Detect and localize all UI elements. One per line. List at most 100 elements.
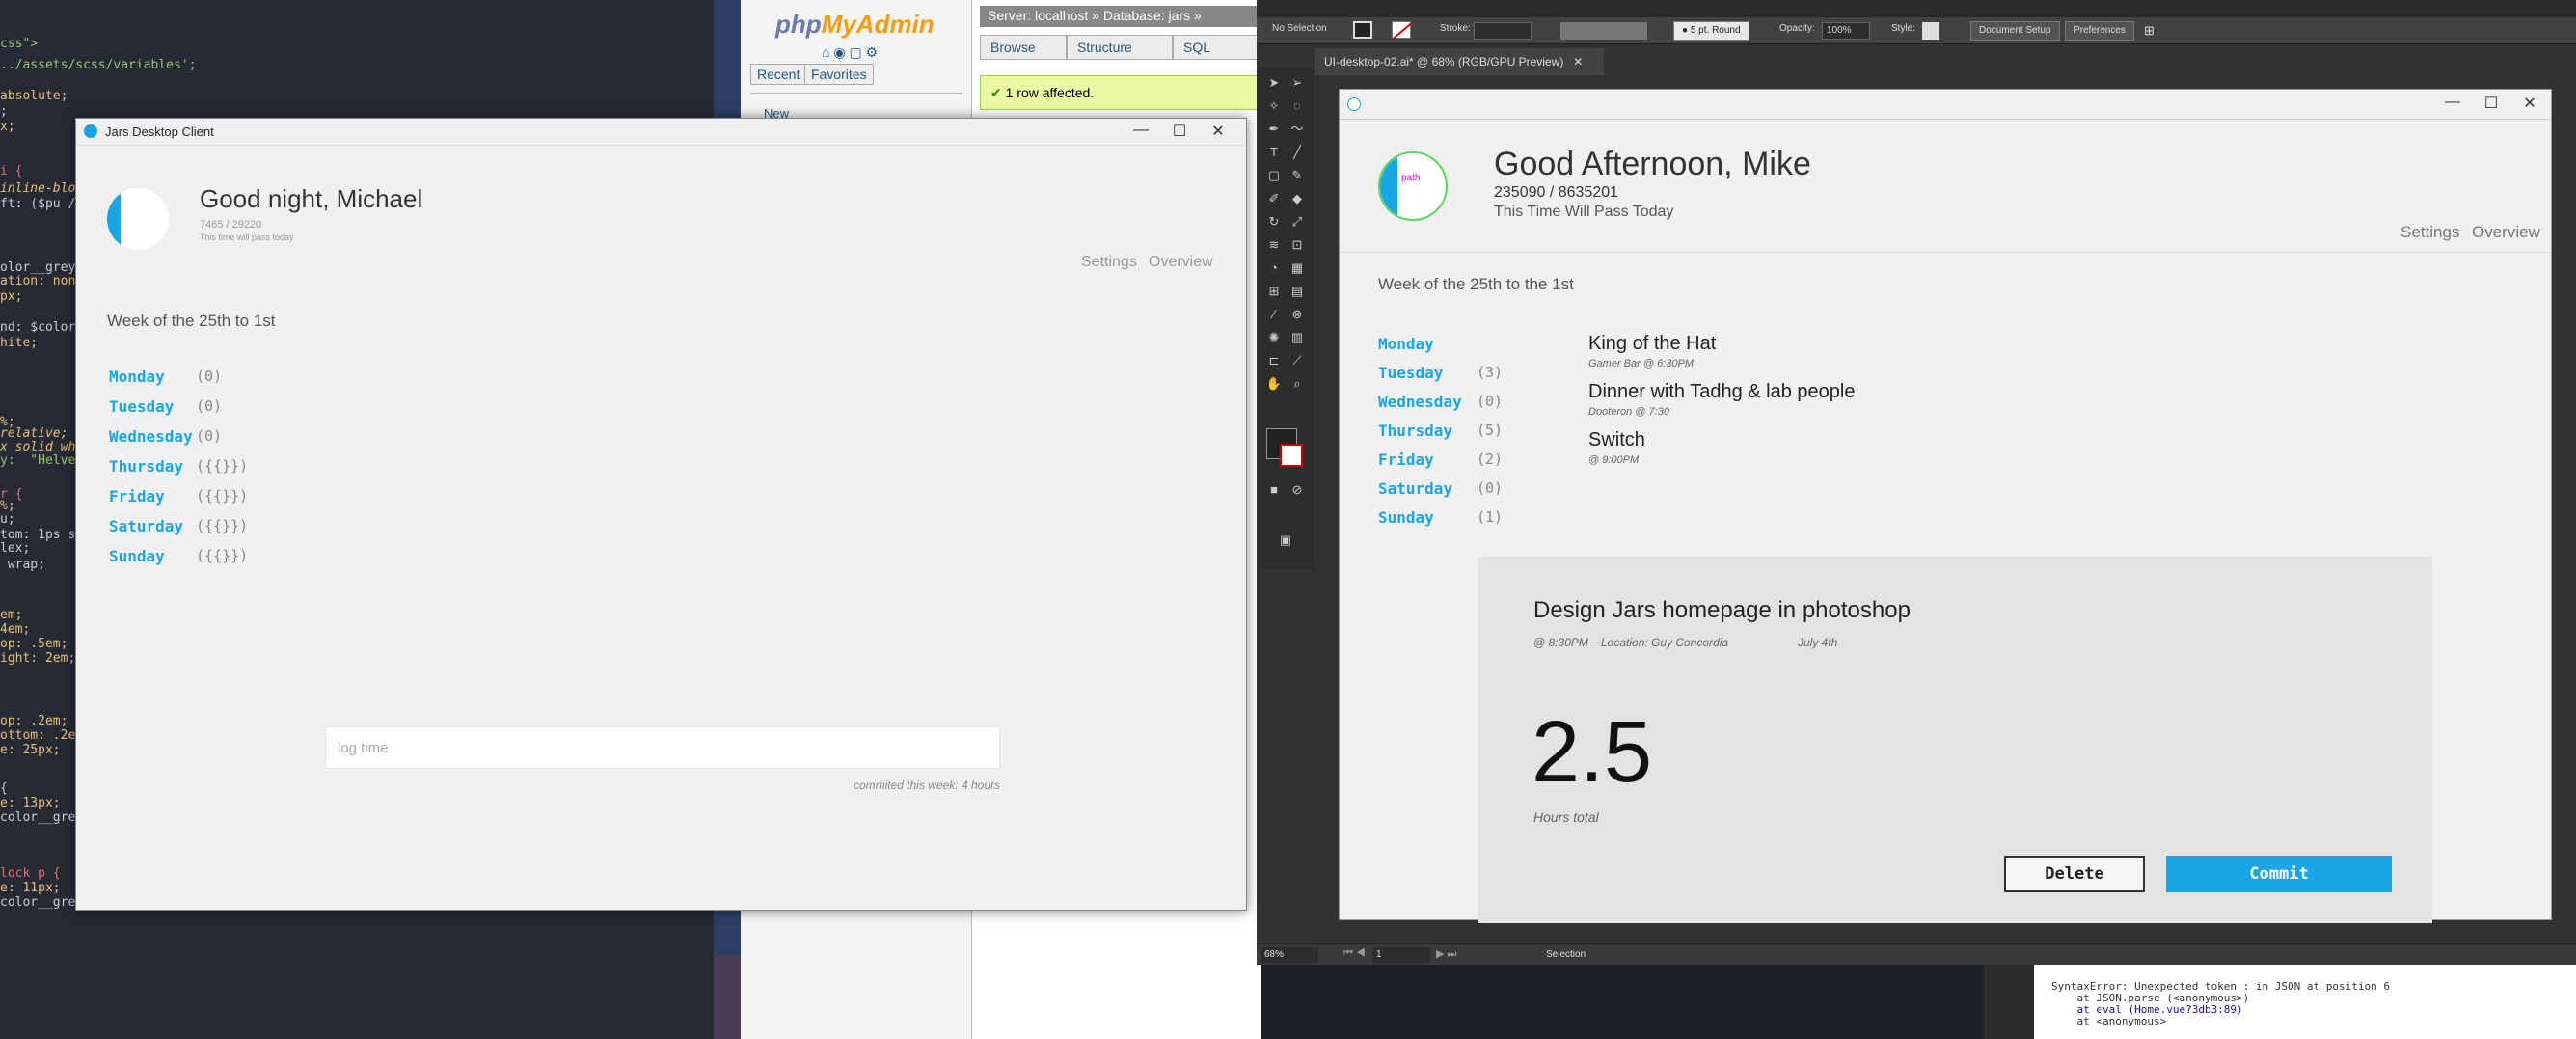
mockup-window: — ☐ ✕ path Good Afternoon, Mike 235090 /… (1339, 89, 2552, 923)
selection-tool-icon[interactable]: ➤ (1264, 73, 1284, 93)
pen-tool-icon[interactable]: ✒ (1264, 120, 1284, 139)
fill-swatch[interactable] (1353, 21, 1372, 39)
day-name-thursday[interactable]: Thursday (109, 457, 183, 476)
phpmyadmin-logo[interactable]: phpMyAdmin (775, 10, 935, 40)
code-line: e: 13px; (0, 796, 61, 810)
settings-link[interactable]: Settings (1081, 254, 1137, 271)
minimize-icon[interactable]: — (1122, 122, 1160, 139)
document-setup-button[interactable]: Document Setup (1970, 21, 2060, 41)
mockup-app-icon (1347, 97, 1361, 111)
maximize-icon[interactable]: ☐ (1160, 122, 1199, 141)
pma-quick-icons[interactable]: ⌂ ◉ ▢ ⚙ (822, 44, 878, 61)
illustrator-control-bar: No Selection Stroke: ● 5 pt. Round Opaci… (1257, 17, 2576, 44)
magic-wand-icon[interactable]: ✧ (1264, 96, 1284, 116)
stats: 7465 / 29220 (200, 219, 262, 231)
day-name-saturday[interactable]: Saturday (109, 517, 183, 535)
mockup-logo: path (1378, 151, 1448, 221)
eraser-icon[interactable]: ◆ (1288, 189, 1307, 208)
code-line: wrap; (0, 558, 45, 572)
pma-tab-structure[interactable]: Structure (1067, 35, 1173, 60)
curvature-tool-icon[interactable]: 〜 (1288, 120, 1307, 139)
eyedropper-icon[interactable]: ⁄ (1264, 305, 1284, 324)
jars-titlebar[interactable]: Jars Desktop Client — ☐ ✕ (76, 119, 1246, 146)
day-name-friday[interactable]: Friday (109, 487, 165, 506)
day-count: ({{}}) (196, 517, 249, 534)
shaper-tool-icon[interactable]: ✐ (1264, 189, 1284, 208)
code-line: y: "Helvet (0, 453, 84, 468)
jars-window: Jars Desktop Client — ☐ ✕ Good night, Mi… (75, 118, 1247, 911)
style-swatch[interactable] (1922, 22, 1939, 40)
path-label: path (1401, 173, 1421, 183)
document-tab[interactable]: UI-desktop-02.ai* @ 68% (RGB/GPU Preview… (1315, 48, 1604, 75)
variable-width-profile[interactable] (1560, 22, 1647, 40)
pma-success-message: ✔ 1 row affected. (980, 75, 1260, 110)
task-title: Design Jars homepage in photoshop (1533, 597, 1911, 623)
scale-tool-icon[interactable]: ⤢ (1288, 212, 1307, 232)
code-line: hite; (0, 336, 39, 350)
brush-definition[interactable]: ● 5 pt. Round (1673, 21, 1749, 41)
code-line: i { (0, 164, 23, 178)
mockup-day-friday: Friday (1378, 451, 1434, 469)
rotate-tool-icon[interactable]: ↻ (1264, 212, 1284, 232)
pma-tab-sql[interactable]: SQL (1173, 35, 1260, 60)
day-name-sunday[interactable]: Sunday (109, 547, 165, 565)
lasso-icon[interactable]: ◌ (1288, 96, 1307, 116)
color-mode-icon[interactable]: ■ (1264, 480, 1284, 500)
artboard-number-field[interactable]: 1 (1372, 947, 1430, 963)
stroke-color-icon[interactable] (1280, 444, 1303, 467)
mockup-divider (1340, 119, 2551, 120)
pma-recent-tab[interactable]: Recent (750, 64, 807, 85)
line-tool-icon[interactable]: ╱ (1288, 143, 1307, 162)
preferences-button[interactable]: Preferences (2065, 21, 2134, 41)
pma-breadcrumb[interactable]: Server: localhost » Database: jars » (980, 6, 1260, 27)
artboard-nav-icons[interactable]: ⏮ ◀ (1343, 947, 1366, 960)
direct-selection-tool-icon[interactable]: ➢ (1288, 73, 1307, 93)
none-color-icon[interactable]: ⊘ (1288, 480, 1307, 500)
pma-divider (750, 93, 963, 94)
graph-tool-icon[interactable]: ▥ (1288, 328, 1307, 347)
artboard-tool-icon[interactable]: ⊏ (1264, 351, 1284, 370)
pma-tab-browse[interactable]: Browse (980, 35, 1067, 60)
mesh-tool-icon[interactable]: ⊞ (1264, 282, 1284, 301)
hand-tool-icon[interactable]: ✋ (1264, 374, 1284, 394)
zoom-tool-icon[interactable]: ⌕ (1288, 374, 1307, 394)
mockup-day-count: (1) (1477, 508, 1504, 526)
artboard-next-icons[interactable]: ▶ ⏭ (1436, 947, 1456, 961)
gradient-tool-icon[interactable]: ▤ (1288, 282, 1307, 301)
perspective-grid-icon[interactable]: ▦ (1288, 259, 1307, 278)
shape-builder-icon[interactable]: ◔ (1264, 259, 1284, 278)
task-card: Design Jars homepage in photoshop @ 8:30… (1478, 557, 2432, 923)
greeting: Good night, Michael (200, 184, 423, 213)
screen-mode-icon[interactable]: ▣ (1276, 531, 1295, 550)
overview-link[interactable]: Overview (1149, 254, 1213, 271)
week-label: Week of the 25th to 1st (107, 312, 276, 330)
pma-favorites-tab[interactable]: Favorites (804, 64, 874, 85)
day-name-wednesday[interactable]: Wednesday (109, 427, 193, 446)
arrange-icon[interactable]: ⊞ (2144, 23, 2155, 39)
stroke-swatch[interactable] (1392, 21, 1413, 41)
free-transform-icon[interactable]: ⊡ (1288, 235, 1307, 255)
blend-tool-icon[interactable]: ⊗ (1288, 305, 1307, 324)
code-line: css"> (0, 37, 39, 51)
stroke-weight-field[interactable] (1474, 22, 1532, 40)
symbol-sprayer-icon[interactable]: ✺ (1264, 328, 1284, 347)
slice-tool-icon[interactable]: ⟋ (1288, 351, 1307, 370)
paintbrush-icon[interactable]: ✎ (1288, 166, 1307, 185)
day-name-tuesday[interactable]: Tuesday (109, 397, 174, 416)
code-line: ottom: .2em (0, 728, 84, 743)
illustrator-menubar[interactable] (1257, 0, 2576, 17)
type-tool-icon[interactable]: T (1264, 143, 1284, 162)
close-icon[interactable]: ✕ (1199, 122, 1237, 141)
warp-tool-icon[interactable]: ≋ (1264, 235, 1284, 255)
code-line: ../assets/scss/variables'; (0, 58, 197, 72)
log-time-input[interactable]: log time (325, 726, 1000, 769)
opacity-field[interactable]: 100% (1822, 22, 1870, 40)
code-line: op: .5em; (0, 637, 68, 651)
code-line: olor__grey; (0, 260, 84, 275)
mockup-titlebar: — ☐ ✕ (1340, 90, 2551, 119)
mockup-header-divider (1340, 252, 2551, 253)
zoom-field[interactable]: 68% (1261, 947, 1318, 963)
day-name-monday[interactable]: Monday (109, 368, 165, 386)
event-title: Switch (1588, 429, 1645, 451)
rectangle-tool-icon[interactable]: ▢ (1264, 166, 1284, 185)
